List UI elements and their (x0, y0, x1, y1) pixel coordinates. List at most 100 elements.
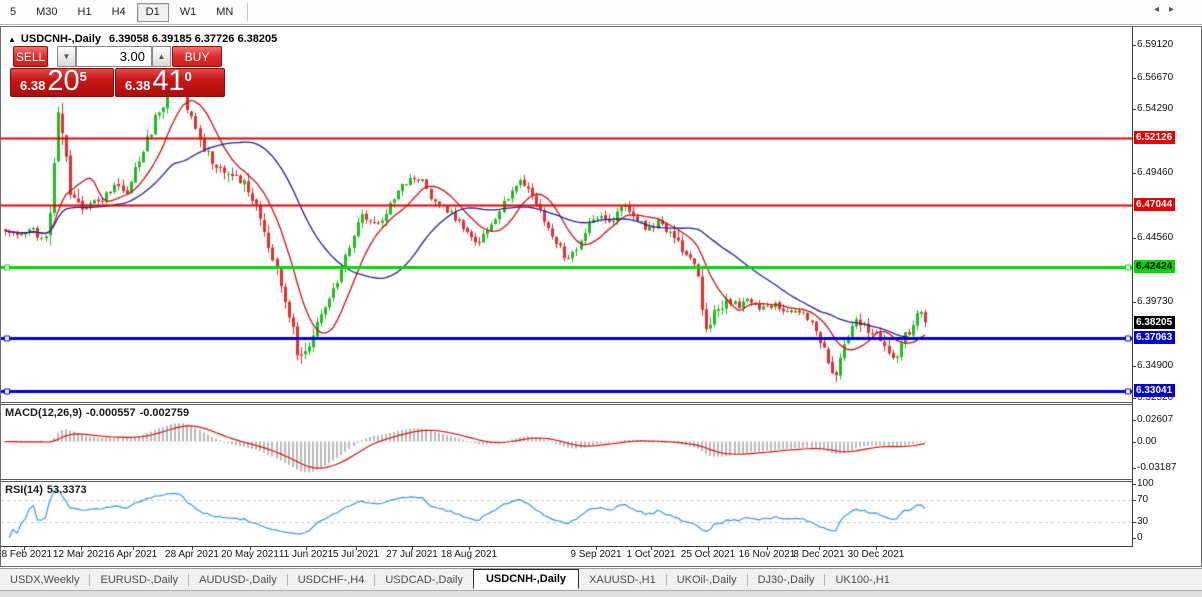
price-axis-tick-label: 6.44560 (1137, 232, 1174, 243)
hline-price-label: 6.42424 (1134, 260, 1176, 273)
timeframe-button-m30[interactable]: M30 (27, 3, 66, 22)
rsi-axis-tick (1132, 522, 1136, 523)
bid-price-pip-digit: 5 (79, 69, 87, 84)
chart-tab-usdchf-h4[interactable]: USDCHF-,H4 (288, 571, 375, 589)
time-axis-date-label: 20 May 2021 (221, 549, 279, 560)
chart-tabbar: USDX,Weekly EURUSD-,Daily AUDUSD-,Daily USD… (0, 568, 1202, 590)
timeframe-button-d1[interactable]: D1 (136, 2, 169, 22)
current-price-label: 6.38205 (1134, 316, 1176, 329)
time-axis-line (1, 546, 1132, 547)
macd-axis-tick-label: 0.02607 (1137, 414, 1174, 425)
ask-price-button[interactable]: 6.38 41 0 (115, 65, 225, 97)
status-strip (0, 590, 1202, 597)
price-axis-tick (1132, 238, 1136, 239)
price-axis-line (1132, 27, 1133, 547)
price-axis-tick (1132, 173, 1136, 174)
time-axis-date-label: 1 Oct 2021 (626, 549, 676, 560)
rsi-value: 53.3373 (46, 484, 87, 496)
time-axis-date-label: 27 Jul 2021 (386, 549, 438, 560)
timeframe-button-mn[interactable]: MN (207, 3, 242, 22)
ask-price-pip-digit: 0 (184, 69, 192, 84)
price-axis-tick (1132, 78, 1136, 79)
hline-price-label: 6.47044 (1134, 198, 1176, 211)
macd-name: MACD(12,26,9) (5, 407, 83, 419)
time-axis-date-label: 8 Dec 2021 (793, 549, 845, 560)
rsi-label: RSI(14) 53.3373 (5, 484, 91, 496)
time-axis-date-label: 30 Dec 2021 (847, 549, 905, 560)
time-axis-date-label: 5 Jul 2021 (332, 549, 380, 560)
rsi-axis-tick-label: 0 (1137, 532, 1143, 543)
chart-ohlc-values: 6.39058 6.39185 6.37726 6.38205 (109, 33, 278, 45)
price-axis-tick (1132, 366, 1136, 367)
bid-price-button[interactable]: 6.38 20 5 (10, 65, 114, 97)
collapse-arrow-icon[interactable]: ▲ (8, 35, 16, 44)
arrow-up-icon: ▲ (157, 52, 166, 61)
chart-tab-ukoil-daily[interactable]: UKOil-,Daily (667, 571, 747, 589)
bid-price-prefix: 6.38 (20, 78, 46, 93)
chart-tab-dj30-daily[interactable]: DJ30-,Daily (748, 571, 825, 589)
macd-axis-tick (1132, 442, 1136, 443)
timeframe-button-5[interactable]: 5 (1, 3, 25, 22)
hline-price-label: 6.37063 (1134, 331, 1176, 344)
ask-price-big-digits: 41 (152, 65, 185, 97)
time-axis-date-label: 25 Oct 2021 (680, 549, 736, 560)
chart-tab-eurusd-daily[interactable]: EURUSD-,Daily (90, 571, 188, 589)
rsi-indicator-canvas[interactable] (1, 482, 1132, 546)
toolbar-separator (247, 3, 249, 21)
macd-main-value: -0.000557 (86, 407, 136, 419)
tabbar-scroll-arrows[interactable]: ◂▸ (1154, 4, 1184, 15)
chart-title: ▲ USDCNH-,Daily 6.39058 6.39185 6.37726 6.… (8, 33, 277, 45)
volume-decrease-button[interactable]: ▼ (57, 46, 76, 67)
arrow-down-icon: ▼ (62, 52, 71, 61)
price-axis-tick-label: 6.59120 (1137, 39, 1174, 50)
volume-increase-button[interactable]: ▲ (152, 46, 171, 67)
rsi-axis-tick (1132, 500, 1136, 501)
buy-button[interactable]: BUY (172, 46, 222, 67)
time-axis-date-label: 12 Mar 2021 (52, 549, 110, 560)
price-axis-tick-label: 6.54290 (1137, 103, 1174, 114)
rsi-name: RSI(14) (5, 484, 43, 496)
price-axis-tick (1132, 302, 1136, 303)
time-axis-date-label: 6 Apr 2021 (108, 549, 158, 560)
hline-price-label: 6.33041 (1134, 384, 1176, 397)
timeframe-button-h4[interactable]: H4 (103, 3, 135, 22)
chart-window: 6.59120 6.56670 6.54290 6.49460 6.44560 6.397… (0, 26, 1202, 567)
price-axis-tick (1132, 398, 1136, 399)
time-axis-date-label: 11 Jun 2021 (278, 549, 334, 560)
chart-tab-usdcnh-daily[interactable]: USDCNH-,Daily (472, 568, 580, 589)
chart-tab-xauusd-h1[interactable]: XAUUSD-,H1 (579, 571, 666, 589)
rsi-axis-tick (1132, 538, 1136, 539)
chart-tab-usdx-weekly[interactable]: USDX,Weekly (0, 571, 89, 589)
hline-price-label: 6.52126 (1134, 131, 1176, 144)
timeframe-button-w1[interactable]: W1 (171, 3, 206, 22)
macd-signal-value: -0.002759 (139, 407, 190, 419)
price-axis-tick-label: 6.49460 (1137, 167, 1174, 178)
ask-price-prefix: 6.38 (125, 78, 151, 93)
macd-label: MACD(12,26,9) -0.000557 -0.002759 (5, 407, 193, 419)
price-axis-tick-label: 6.56670 (1137, 72, 1174, 83)
price-axis-tick-label: 6.39730 (1137, 296, 1174, 307)
rsi-axis-tick-label: 100 (1137, 478, 1154, 489)
rsi-axis-tick (1132, 484, 1136, 485)
chart-tab-uk100-h1[interactable]: UK100-,H1 (825, 571, 899, 589)
sell-button[interactable]: SELL (13, 46, 48, 67)
bid-price-big-digits: 20 (47, 65, 80, 97)
time-axis-date-label: 16 Nov 2021 (738, 549, 796, 560)
price-axis-tick (1132, 45, 1136, 46)
time-axis-date-label: 28 Apr 2021 (165, 549, 219, 560)
volume-input[interactable]: 3.00 (76, 46, 152, 67)
chart-tab-usdcad-daily[interactable]: USDCAD-,Daily (375, 571, 473, 589)
trading-platform-window: 5 M30 H1 H4 D1 W1 MN 6.59120 6.56670 6.54290 6.49… (0, 0, 1202, 597)
time-axis-date-label: 18 Aug 2021 (440, 549, 498, 560)
timeframe-toolbar: 5 M30 H1 H4 D1 W1 MN (0, 0, 1202, 25)
rsi-axis-tick-label: 30 (1137, 516, 1149, 527)
timeframe-button-h1[interactable]: H1 (69, 3, 101, 22)
macd-axis-tick-label: 0.00 (1137, 436, 1157, 447)
chart-tab-audusd-daily[interactable]: AUDUSD-,Daily (189, 571, 287, 589)
macd-axis-tick-label: -0.03187 (1137, 462, 1177, 473)
time-axis-date-label: 18 Feb 2021 (0, 549, 53, 560)
macd-axis-tick (1132, 420, 1136, 421)
price-axis-tick (1132, 109, 1136, 110)
time-axis-date-label: 9 Sep 2021 (570, 549, 622, 560)
macd-axis-tick (1132, 468, 1136, 469)
